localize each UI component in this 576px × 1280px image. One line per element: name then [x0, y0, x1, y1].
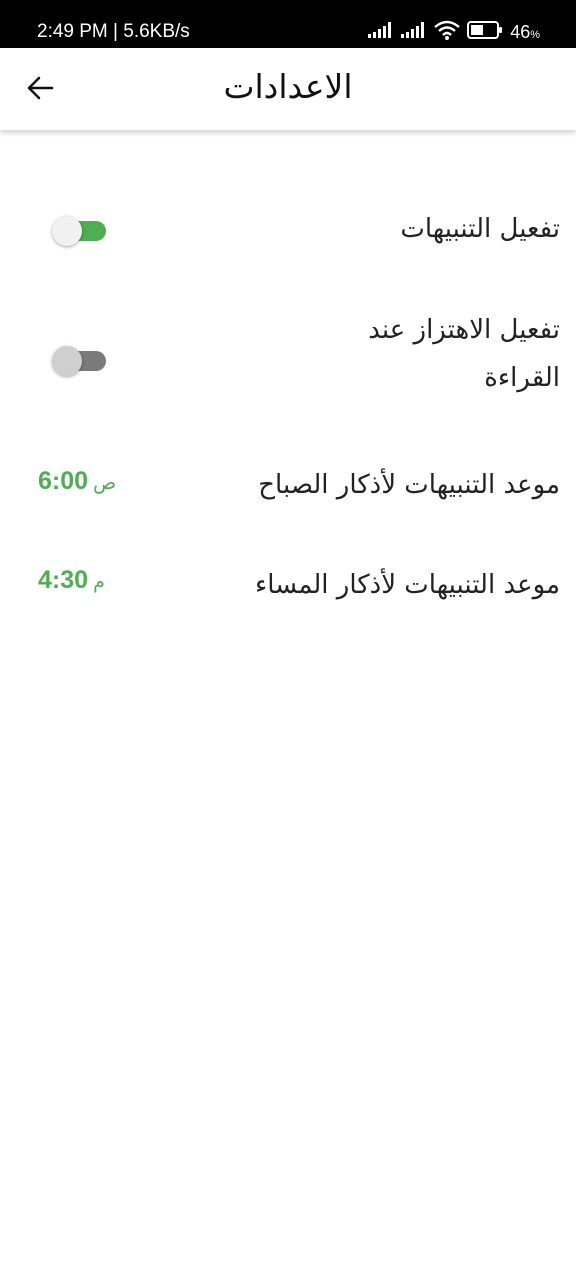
evening-time-value[interactable]: م 4:30 [38, 566, 105, 595]
battery-level: 46% [510, 22, 540, 43]
back-button[interactable] [20, 70, 60, 110]
arrow-back-icon [26, 74, 54, 106]
clock-text: 2:49 PM [37, 21, 108, 42]
app-bar: الاعدادات [0, 48, 576, 130]
evening-period: م [93, 571, 105, 593]
switch-thumb [52, 346, 82, 376]
status-bar: 2:49 PM | 5.6KB/s 46% [0, 0, 576, 48]
battery-percent: 46 [510, 21, 531, 42]
morning-time-label: موعد التنبيهات لأذكار الصباح [258, 470, 560, 500]
evening-time: 4:30 [38, 566, 89, 594]
morning-period: ص [93, 472, 117, 494]
battery-unit: % [530, 28, 540, 41]
notifications-switch[interactable] [52, 216, 108, 246]
notifications-label: تفعيل التنبيهات [400, 214, 560, 244]
morning-time-value[interactable]: ص 6:00 [38, 467, 116, 496]
vibration-label: تفعيل الاهتزاز عند القراءة [368, 315, 560, 393]
page-title: الاعدادات [223, 67, 353, 106]
battery-icon [467, 21, 503, 43]
switch-thumb [52, 216, 82, 246]
morning-time: 6:00 [38, 467, 89, 495]
status-separator: | [113, 21, 124, 42]
wifi-icon [434, 20, 460, 44]
vibration-switch[interactable] [52, 346, 108, 376]
status-time: 2:49 PM | 5.6KB/s [37, 21, 190, 43]
status-icons: 46% [368, 19, 540, 45]
evening-time-label: موعد التنبيهات لأذكار المساء [254, 570, 560, 600]
signal-icon [368, 22, 394, 42]
signal-icon [401, 22, 427, 42]
network-speed: 5.6KB/s [123, 21, 190, 42]
